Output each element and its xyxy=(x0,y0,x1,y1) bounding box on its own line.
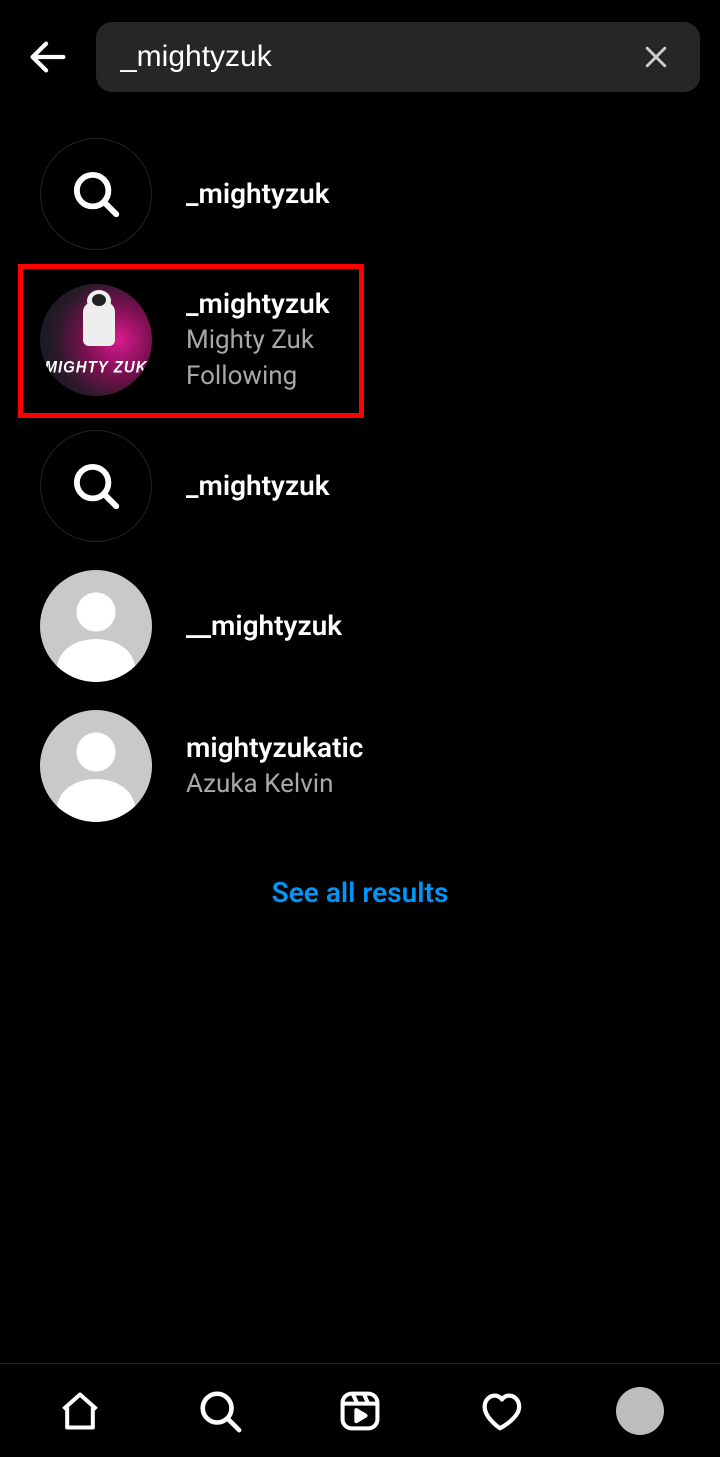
search-results: _mightyzuk MIGHTY ZUK _mightyzuk Mighty … xyxy=(0,114,720,1363)
result-display-name: Mighty Zuk xyxy=(186,324,330,358)
heart-icon xyxy=(477,1388,523,1434)
result-display-name: Azuka Kelvin xyxy=(186,768,363,802)
profile-avatar-icon xyxy=(616,1387,664,1435)
person-icon xyxy=(40,710,152,822)
avatar-text: MIGHTY ZUK xyxy=(40,358,152,377)
result-username: _mightyzuk xyxy=(186,176,330,212)
see-all-results-link[interactable]: See all results xyxy=(0,836,720,949)
profile-avatar xyxy=(40,710,152,822)
search-box[interactable] xyxy=(96,22,700,92)
search-icon xyxy=(69,167,123,221)
search-icon-avatar xyxy=(40,430,152,542)
profile-avatar: MIGHTY ZUK xyxy=(40,284,152,396)
home-icon xyxy=(58,1389,102,1433)
search-suggestion-row[interactable]: _mightyzuk xyxy=(0,124,720,264)
nav-home[interactable] xyxy=(50,1381,110,1441)
result-follow-status: Following xyxy=(186,360,330,394)
bottom-nav xyxy=(0,1363,720,1457)
result-text: _mightyzuk xyxy=(186,176,330,212)
result-text: __mightyzuk xyxy=(186,608,342,644)
result-text: mightyzukatic Azuka Kelvin xyxy=(186,730,363,802)
reels-icon xyxy=(338,1389,382,1433)
result-username: mightyzukatic xyxy=(186,730,363,766)
result-username: __mightyzuk xyxy=(186,608,342,644)
search-input[interactable] xyxy=(120,40,636,74)
nav-profile[interactable] xyxy=(610,1381,670,1441)
nav-reels[interactable] xyxy=(330,1381,390,1441)
result-username: _mightyzuk xyxy=(186,468,330,504)
search-suggestion-row[interactable]: _mightyzuk xyxy=(0,416,720,556)
search-icon xyxy=(69,459,123,513)
avatar-image: MIGHTY ZUK xyxy=(40,284,152,396)
nav-activity[interactable] xyxy=(470,1381,530,1441)
result-text: _mightyzuk Mighty Zuk Following xyxy=(186,286,330,394)
person-icon xyxy=(40,570,152,682)
search-profile-row[interactable]: MIGHTY ZUK _mightyzuk Mighty Zuk Followi… xyxy=(0,264,720,416)
search-profile-row[interactable]: __mightyzuk xyxy=(0,556,720,696)
search-profile-row[interactable]: mightyzukatic Azuka Kelvin xyxy=(0,696,720,836)
arrow-left-icon xyxy=(25,34,71,80)
back-button[interactable] xyxy=(20,29,76,85)
close-icon xyxy=(641,42,671,72)
result-username: _mightyzuk xyxy=(186,286,330,322)
search-icon xyxy=(197,1388,243,1434)
search-icon-avatar xyxy=(40,138,152,250)
profile-avatar xyxy=(40,570,152,682)
top-bar xyxy=(0,0,720,114)
result-text: _mightyzuk xyxy=(186,468,330,504)
clear-search-button[interactable] xyxy=(636,37,676,77)
nav-search[interactable] xyxy=(190,1381,250,1441)
